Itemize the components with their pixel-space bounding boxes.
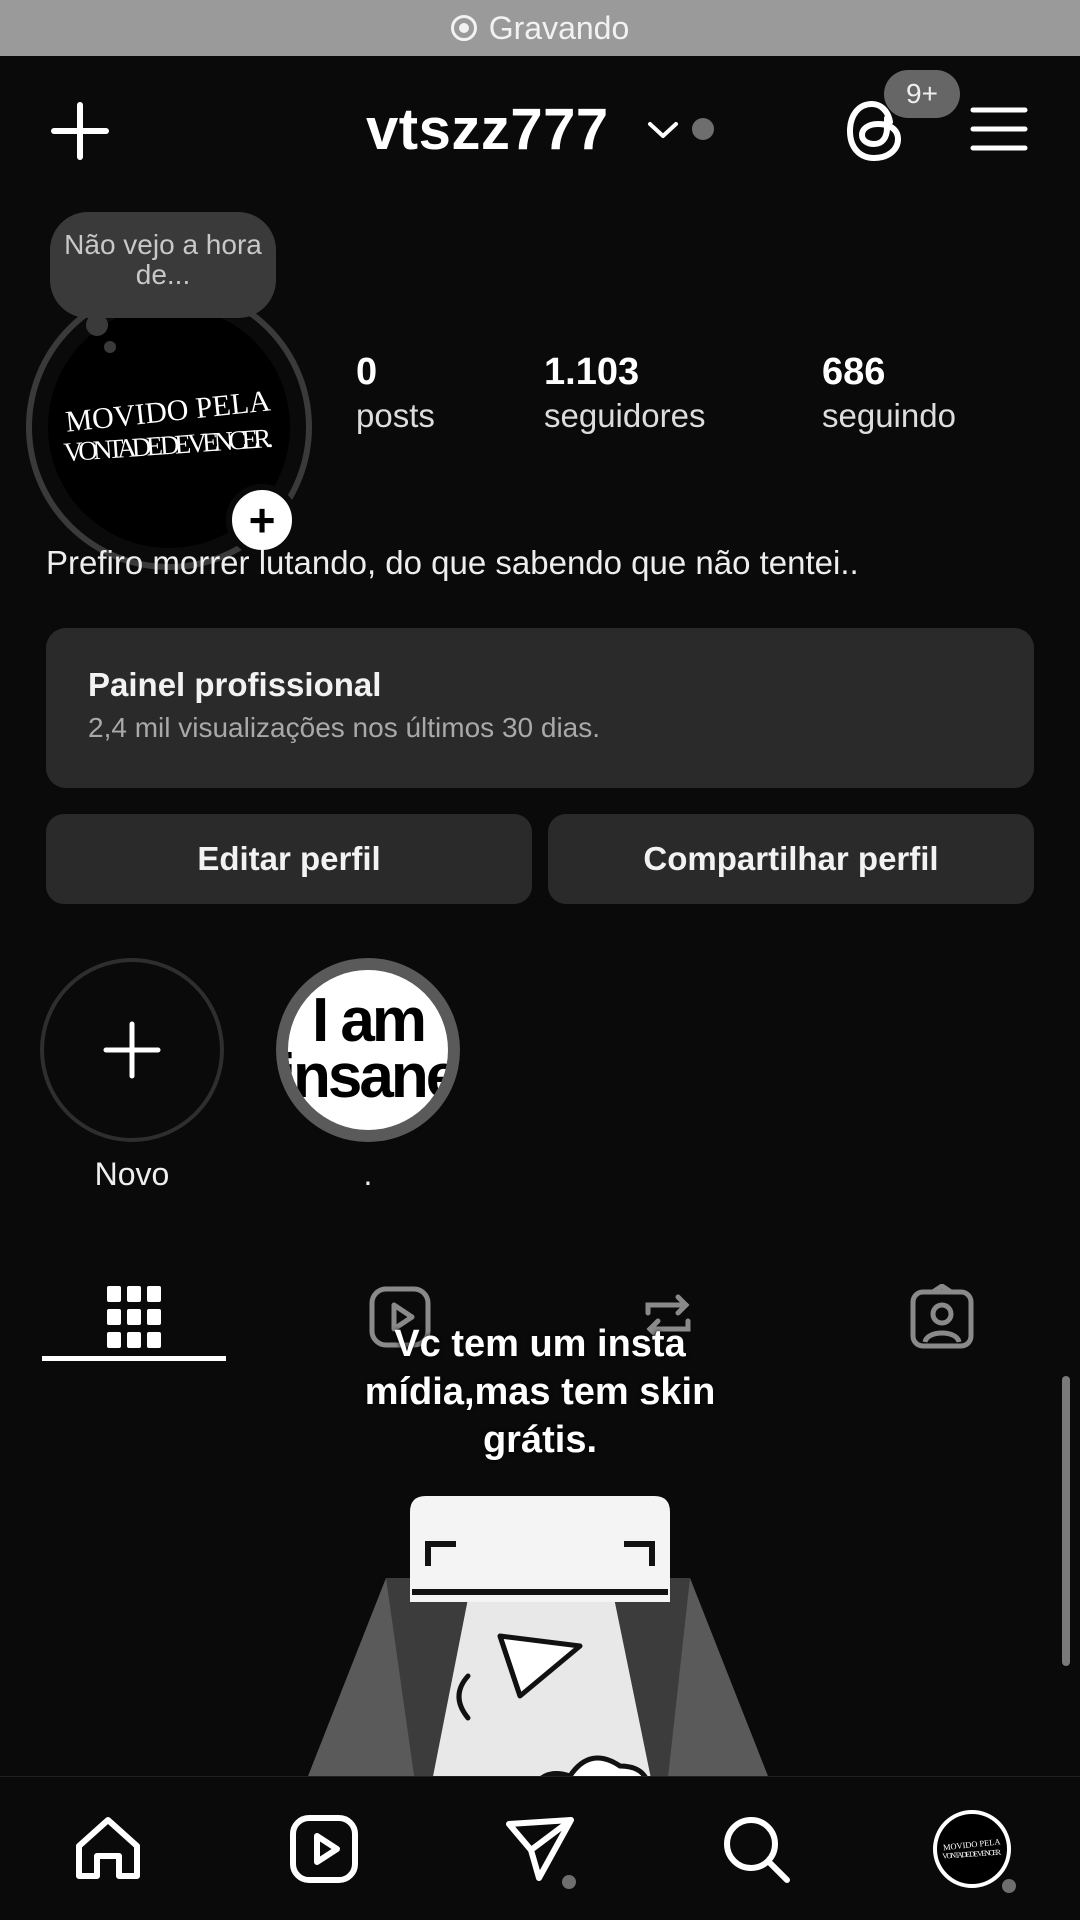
- active-tab-indicator: [42, 1356, 226, 1361]
- profile-bio: Prefiro morrer lutando, do que sabendo q…: [46, 544, 859, 581]
- direct-message-icon: [506, 1817, 574, 1881]
- status-dot: [1002, 1879, 1016, 1893]
- overlay-caption: Vc tem um insta mídia,mas tem skin gráti…: [364, 1323, 716, 1461]
- scrollbar[interactable]: [1062, 1376, 1070, 1666]
- highlight-label: .: [363, 1156, 373, 1192]
- recording-status-bar: Gravando: [0, 0, 1080, 56]
- profile-screen: vtszz777 9+ MOVIDO PELA VONTADE DE VENCE…: [0, 56, 1080, 1920]
- search-icon: [724, 1817, 790, 1883]
- new-highlight-circle: [40, 958, 224, 1142]
- plus-icon: [103, 1021, 161, 1079]
- highlight-item[interactable]: I am insane .: [276, 958, 460, 1193]
- note-tail: [86, 314, 108, 336]
- edit-profile-button[interactable]: Editar perfil: [46, 814, 532, 904]
- following-count: 686: [822, 351, 886, 393]
- menu-icon[interactable]: [970, 104, 1028, 154]
- record-icon: [450, 15, 477, 41]
- share-profile-button[interactable]: Compartilhar perfil: [548, 814, 1034, 904]
- top-bar: vtszz777 9+: [0, 56, 1080, 206]
- reels-icon: [290, 1815, 358, 1883]
- note-bubble[interactable]: Não vejo a hora de...: [50, 212, 276, 318]
- create-plus-icon[interactable]: [50, 101, 110, 161]
- cover-text-1: I am: [311, 986, 427, 1055]
- followers-count: 1.103: [544, 351, 640, 393]
- highlight-new[interactable]: Novo: [40, 958, 224, 1193]
- panel-subtitle: 2,4 mil visualizações nos últimos 30 dia…: [88, 712, 601, 743]
- notifications-badge[interactable]: 9+: [884, 70, 960, 118]
- highlight-label: Novo: [94, 1156, 170, 1192]
- nav-profile[interactable]: MOVIDO PELA VONTADE DE VENCER.: [932, 1809, 1016, 1893]
- professional-dashboard[interactable]: Painel profissional 2,4 mil visualizaçõe…: [46, 628, 1034, 788]
- unread-dot: [562, 1875, 576, 1889]
- recording-label: Gravando: [488, 9, 630, 46]
- nav-search[interactable]: [716, 1809, 796, 1889]
- tab-tagged[interactable]: [850, 1262, 1034, 1372]
- username-switcher[interactable]: vtszz777: [366, 96, 609, 163]
- followers-label: seguidores: [544, 397, 706, 434]
- posts-stat[interactable]: 0 posts: [356, 350, 435, 438]
- posts-label: posts: [356, 397, 435, 434]
- following-stat[interactable]: 686 seguindo: [822, 350, 956, 438]
- grid-icon: [107, 1286, 161, 1348]
- bottom-navigation: MOVIDO PELA VONTADE DE VENCER.: [0, 1776, 1080, 1920]
- nav-reels[interactable]: [284, 1809, 364, 1889]
- panel-title: Painel profissional: [88, 666, 382, 703]
- nav-home[interactable]: [68, 1809, 148, 1889]
- home-icon: [76, 1817, 140, 1879]
- followers-stat[interactable]: 1.103 seguidores: [544, 350, 705, 438]
- posts-count: 0: [356, 351, 378, 393]
- highlight-cover: I am insane: [288, 970, 448, 1130]
- highlight-cover-ring: I am insane: [276, 958, 460, 1142]
- avatar-logo-small: MOVIDO PELA VONTADE DE VENCER.: [942, 1836, 1002, 1860]
- tagged-icon: [910, 1284, 974, 1349]
- following-label: seguindo: [822, 397, 956, 434]
- profile-avatar-thumbnail: MOVIDO PELA VONTADE DE VENCER.: [933, 1810, 1011, 1888]
- profile-avatar[interactable]: MOVIDO PELA VONTADE DE VENCER. +: [26, 284, 312, 570]
- nav-direct[interactable]: [500, 1809, 580, 1889]
- status-dot: [692, 118, 714, 140]
- chevron-down-icon[interactable]: [646, 118, 680, 142]
- cover-text-2: insane: [288, 1042, 448, 1111]
- note-tail-small: [104, 341, 116, 353]
